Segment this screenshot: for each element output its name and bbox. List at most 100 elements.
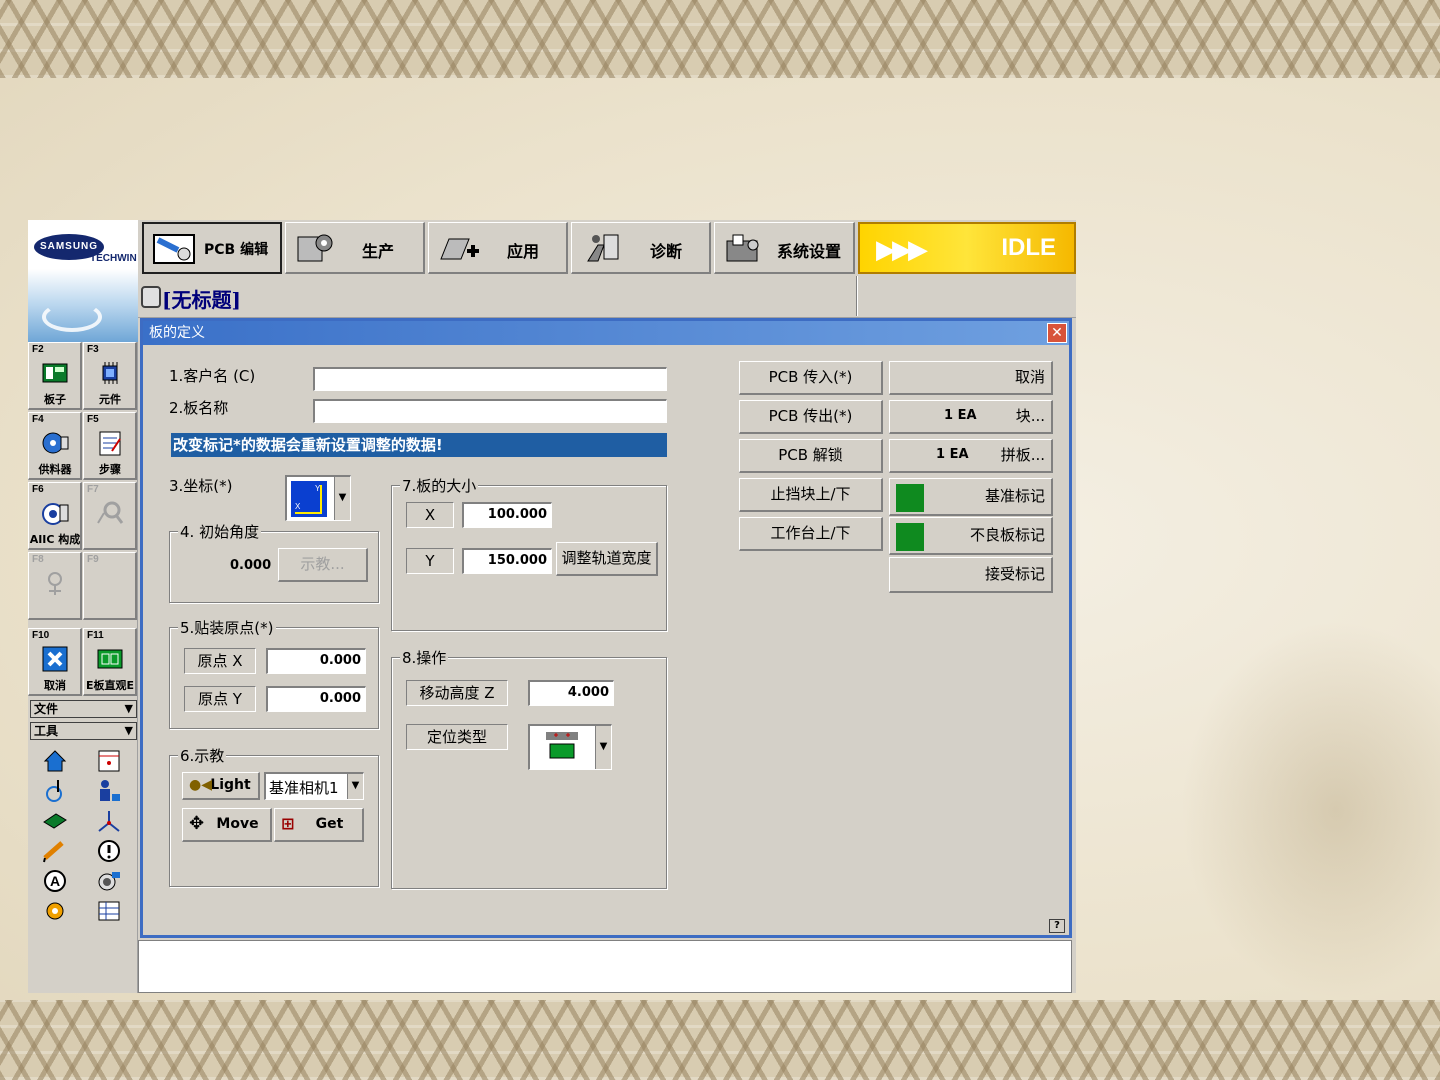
tab-application[interactable]: 应用	[428, 222, 568, 274]
board-size-group: 7.板的大小 X 100.000 Y 150.000 调整轨道宽度	[391, 475, 667, 631]
board-view-icon	[97, 649, 123, 669]
calendar-icon[interactable]	[96, 748, 122, 774]
conveyor-icon[interactable]	[42, 808, 68, 834]
app-window: SAMSUNG TECHWIN F2 板子 F3 元件 F4 供料器 F5 步骤…	[28, 220, 1076, 993]
board-icon	[42, 363, 68, 383]
move-button[interactable]: ✥ Move	[182, 808, 272, 842]
svg-text:A: A	[50, 873, 60, 889]
fkey-cancel[interactable]: F10 取消	[28, 628, 82, 696]
help-button[interactable]: ?	[1049, 919, 1065, 933]
operator-icon[interactable]	[96, 778, 122, 804]
light-button[interactable]: ●◀ Light	[182, 772, 260, 800]
customer-label: 1.客户名 (C)	[169, 367, 256, 385]
light-bulb-icon: ●◀	[189, 777, 212, 793]
play-arrows-icon: ▶▶▶	[876, 235, 928, 265]
production-gear-icon	[297, 234, 333, 262]
letter-a-icon[interactable]: A	[42, 868, 68, 894]
fkey-f7: F7	[83, 482, 137, 550]
logo-swirl-graphic	[42, 302, 102, 332]
system-settings-icon	[726, 234, 759, 262]
move-height-field[interactable]: 4.000	[528, 680, 614, 706]
get-button[interactable]: ⊞ Get	[274, 808, 364, 842]
cancel-icon	[42, 646, 68, 672]
board-name-field[interactable]	[313, 399, 667, 423]
application-icon	[440, 238, 479, 260]
divider	[856, 276, 858, 316]
move-arrows-icon: ✥	[189, 813, 205, 834]
teach-angle-button: 示教...	[278, 548, 368, 582]
warning-banner: 改变标记*的数据会重新设置调整的数据!	[171, 433, 667, 457]
gear-icon[interactable]	[42, 898, 68, 924]
origin-y-field[interactable]: 0.000	[266, 686, 366, 712]
teach-group: 6.示教 ●◀ Light 基准相机1 ▼ ✥ Move ⊞ Get	[169, 745, 379, 887]
tab-pcb-edit[interactable]: PCB 编辑	[142, 222, 282, 274]
pcb-in-button[interactable]: PCB 传入(*)	[739, 361, 883, 395]
search-icon	[97, 501, 124, 524]
cancel-button[interactable]: 取消	[889, 361, 1053, 395]
locate-type-select[interactable]: ▼	[528, 724, 612, 770]
pcb-unlock-button[interactable]: PCB 解锁	[739, 439, 883, 473]
adjust-rail-width-button[interactable]: 调整轨道宽度	[556, 542, 658, 576]
fiducial-mark-button[interactable]: 基准标记	[889, 478, 1053, 516]
board-definition-dialog: 板的定义 ✕ 1.客户名 (C) 2.板名称 改变标记*的数据会重新设置调整的数…	[140, 318, 1072, 938]
size-y-label: Y	[406, 548, 454, 574]
coordinate-select[interactable]: YX ▼	[285, 475, 351, 521]
block-button[interactable]: 1 EA 块...	[889, 400, 1053, 434]
fkey-board-view[interactable]: F11 E板直观E	[83, 628, 137, 696]
fkey-steps[interactable]: F5 步骤	[83, 412, 137, 480]
coordinate-axis-icon: YX	[291, 481, 327, 517]
angle-group: 4. 初始角度 0.000 示教...	[169, 521, 379, 603]
camera-select[interactable]: 基准相机1 ▼	[264, 772, 364, 800]
fiducial-status-indicator	[896, 484, 924, 512]
dropdown-arrow-icon: ▼	[595, 726, 611, 769]
tools-menu[interactable]: 工具 ▼	[30, 722, 137, 740]
angle-value: 0.000	[230, 558, 272, 573]
size-y-field[interactable]: 150.000	[462, 548, 552, 574]
pcb-edit-icon	[153, 234, 195, 264]
home-icon[interactable]	[42, 748, 68, 774]
component-icon	[102, 362, 118, 384]
table-icon[interactable]	[96, 898, 122, 924]
fkey-f9: F9	[83, 552, 137, 620]
bad-mark-status-indicator	[896, 523, 924, 551]
fkey-board[interactable]: F2 板子	[28, 342, 82, 410]
board-name-label: 2.板名称	[169, 399, 229, 417]
axis-icon[interactable]	[96, 808, 122, 834]
origin-y-label: 原点 Y	[184, 686, 256, 712]
close-icon[interactable]: ✕	[1047, 323, 1067, 343]
tab-system-settings[interactable]: 系统设置	[714, 222, 855, 274]
coordinate-label: 3.坐标(*)	[169, 477, 233, 495]
worktable-button[interactable]: 工作台上/下	[739, 517, 883, 551]
fkey-component[interactable]: F3 元件	[83, 342, 137, 410]
fkey-feeder[interactable]: F4 供料器	[28, 412, 82, 480]
origin-x-field[interactable]: 0.000	[266, 648, 366, 674]
rotate-icon[interactable]	[42, 778, 68, 804]
file-menu[interactable]: 文件 ▼	[30, 700, 137, 718]
alert-icon[interactable]	[96, 838, 122, 864]
origin-x-label: 原点 X	[184, 648, 256, 674]
nozzle-icon	[48, 572, 62, 595]
operation-group: 8.操作 移动高度 Z 4.000 定位类型 ▼	[391, 647, 667, 889]
tool-palette: A	[34, 744, 134, 930]
fkey-aiic[interactable]: F6 AIIC 构成	[28, 482, 82, 550]
panel-button[interactable]: 1 EA 拼板...	[889, 439, 1053, 473]
aiic-icon	[42, 503, 69, 525]
stopper-button[interactable]: 止挡块上/下	[739, 478, 883, 512]
camera-icon[interactable]	[96, 868, 122, 894]
svg-text:Y: Y	[315, 484, 321, 493]
size-x-field[interactable]: 100.000	[462, 502, 552, 528]
message-area	[138, 940, 1072, 993]
syringe-icon[interactable]	[42, 838, 68, 864]
dialog-titlebar: 板的定义 ✕	[143, 321, 1069, 345]
fkey-f8: F8	[28, 552, 82, 620]
tab-production[interactable]: 生产	[285, 222, 425, 274]
brand-sub: TECHWIN	[90, 253, 137, 264]
dropdown-arrow-icon: ▼	[124, 702, 133, 715]
customer-field[interactable]	[313, 367, 667, 391]
decorative-border-top	[0, 0, 1440, 78]
pcb-out-button[interactable]: PCB 传出(*)	[739, 400, 883, 434]
tab-diagnosis[interactable]: 诊断	[571, 222, 711, 274]
accept-mark-button[interactable]: 接受标记	[889, 557, 1053, 593]
document-title-bar: [无标题]	[138, 276, 1076, 318]
bad-mark-button[interactable]: 不良板标记	[889, 517, 1053, 555]
